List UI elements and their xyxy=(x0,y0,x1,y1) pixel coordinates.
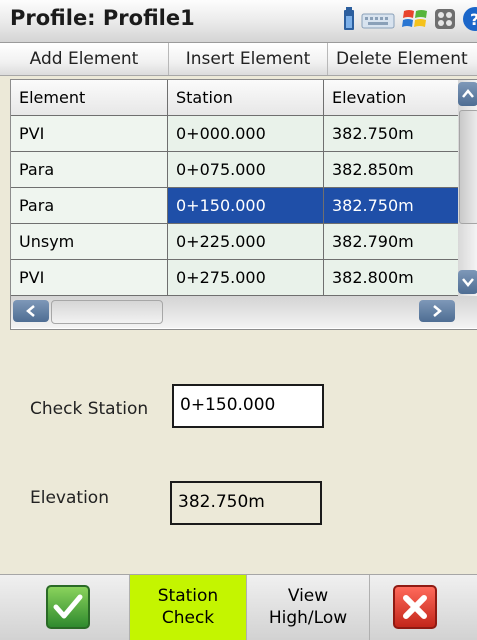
view-high-low-button[interactable]: View High/Low xyxy=(247,575,370,640)
element-cell[interactable]: Unsym xyxy=(11,224,168,260)
elevation-label: Elevation xyxy=(30,488,109,508)
system-tray: ? xyxy=(343,7,477,35)
chevron-down-icon xyxy=(462,278,474,287)
battery-icon[interactable] xyxy=(343,7,355,35)
help-icon[interactable]: ? xyxy=(461,7,477,35)
scroll-right-button[interactable] xyxy=(419,300,455,322)
table-row[interactable]: Unsym 0+225.000 382.790m xyxy=(11,224,459,260)
scroll-left-button[interactable] xyxy=(13,300,49,322)
check-station-label: Check Station xyxy=(30,399,149,419)
station-check-label-line2: Check xyxy=(161,608,215,628)
table-row[interactable]: PVI 0+275.000 382.800m xyxy=(11,260,459,296)
cancel-button[interactable] xyxy=(370,575,477,640)
elements-table: Element Station Elevation PVI 0+000.000 … xyxy=(10,79,477,330)
table-row-selected[interactable]: Para 0+150.000 382.750m xyxy=(11,188,459,224)
station-cell[interactable]: 0+225.000 xyxy=(168,224,324,260)
element-cell[interactable]: PVI xyxy=(11,260,168,296)
accept-button[interactable] xyxy=(0,575,130,640)
vertical-scroll-thumb[interactable] xyxy=(459,110,477,224)
station-cell[interactable]: 0+075.000 xyxy=(168,152,324,188)
chevron-up-icon xyxy=(462,89,474,98)
station-cell[interactable]: 0+150.000 xyxy=(168,188,324,224)
scroll-down-button[interactable] xyxy=(458,270,477,294)
column-header-element[interactable]: Element xyxy=(11,80,168,116)
horizontal-scroll-thumb[interactable] xyxy=(51,300,163,324)
windows-flag-icon[interactable] xyxy=(401,7,429,35)
column-header-elevation[interactable]: Elevation xyxy=(324,80,459,116)
column-header-station[interactable]: Station xyxy=(168,80,324,116)
chevron-right-icon xyxy=(433,305,442,317)
elevation-cell[interactable]: 382.800m xyxy=(324,260,459,296)
station-check-button[interactable]: Station Check xyxy=(130,575,247,640)
close-icon xyxy=(393,585,437,629)
add-element-button[interactable]: Add Element xyxy=(0,43,169,75)
apps-icon[interactable] xyxy=(435,9,455,33)
elevation-cell[interactable]: 382.750m xyxy=(324,188,459,224)
table-header-row: Element Station Elevation xyxy=(11,80,459,116)
element-cell[interactable]: Para xyxy=(11,188,168,224)
command-bar: Station Check View High/Low xyxy=(0,574,477,640)
scroll-up-button[interactable] xyxy=(458,82,477,106)
view-high-low-label-line2: High/Low xyxy=(268,608,348,628)
vertical-scrollbar[interactable] xyxy=(458,80,477,296)
element-cell[interactable]: Para xyxy=(11,152,168,188)
elevation-cell[interactable]: 382.790m xyxy=(324,224,459,260)
delete-element-button[interactable]: Delete Element xyxy=(328,43,477,75)
element-cell[interactable]: PVI xyxy=(11,116,168,152)
toolbar: Add Element Insert Element Delete Elemen… xyxy=(0,43,477,76)
view-high-low-label-line1: View xyxy=(287,586,329,606)
svg-text:?: ? xyxy=(470,10,477,29)
station-check-label-line1: Station xyxy=(157,586,219,606)
checkmark-icon xyxy=(46,585,90,629)
title-bar: Profile: Profile1 ? xyxy=(0,0,477,43)
chevron-left-icon xyxy=(26,305,35,317)
insert-element-button[interactable]: Insert Element xyxy=(169,43,328,75)
table-row[interactable]: Para 0+075.000 382.850m xyxy=(11,152,459,188)
horizontal-scrollbar[interactable] xyxy=(11,296,477,328)
check-station-input[interactable]: 0+150.000 xyxy=(172,384,324,428)
keyboard-icon[interactable] xyxy=(361,8,395,34)
station-cell[interactable]: 0+275.000 xyxy=(168,260,324,296)
table-row[interactable]: PVI 0+000.000 382.750m xyxy=(11,116,459,152)
station-cell[interactable]: 0+000.000 xyxy=(168,116,324,152)
elevation-cell[interactable]: 382.750m xyxy=(324,116,459,152)
elevation-value: 382.750m xyxy=(170,481,322,525)
window-title: Profile: Profile1 xyxy=(10,6,195,30)
elevation-cell[interactable]: 382.850m xyxy=(324,152,459,188)
